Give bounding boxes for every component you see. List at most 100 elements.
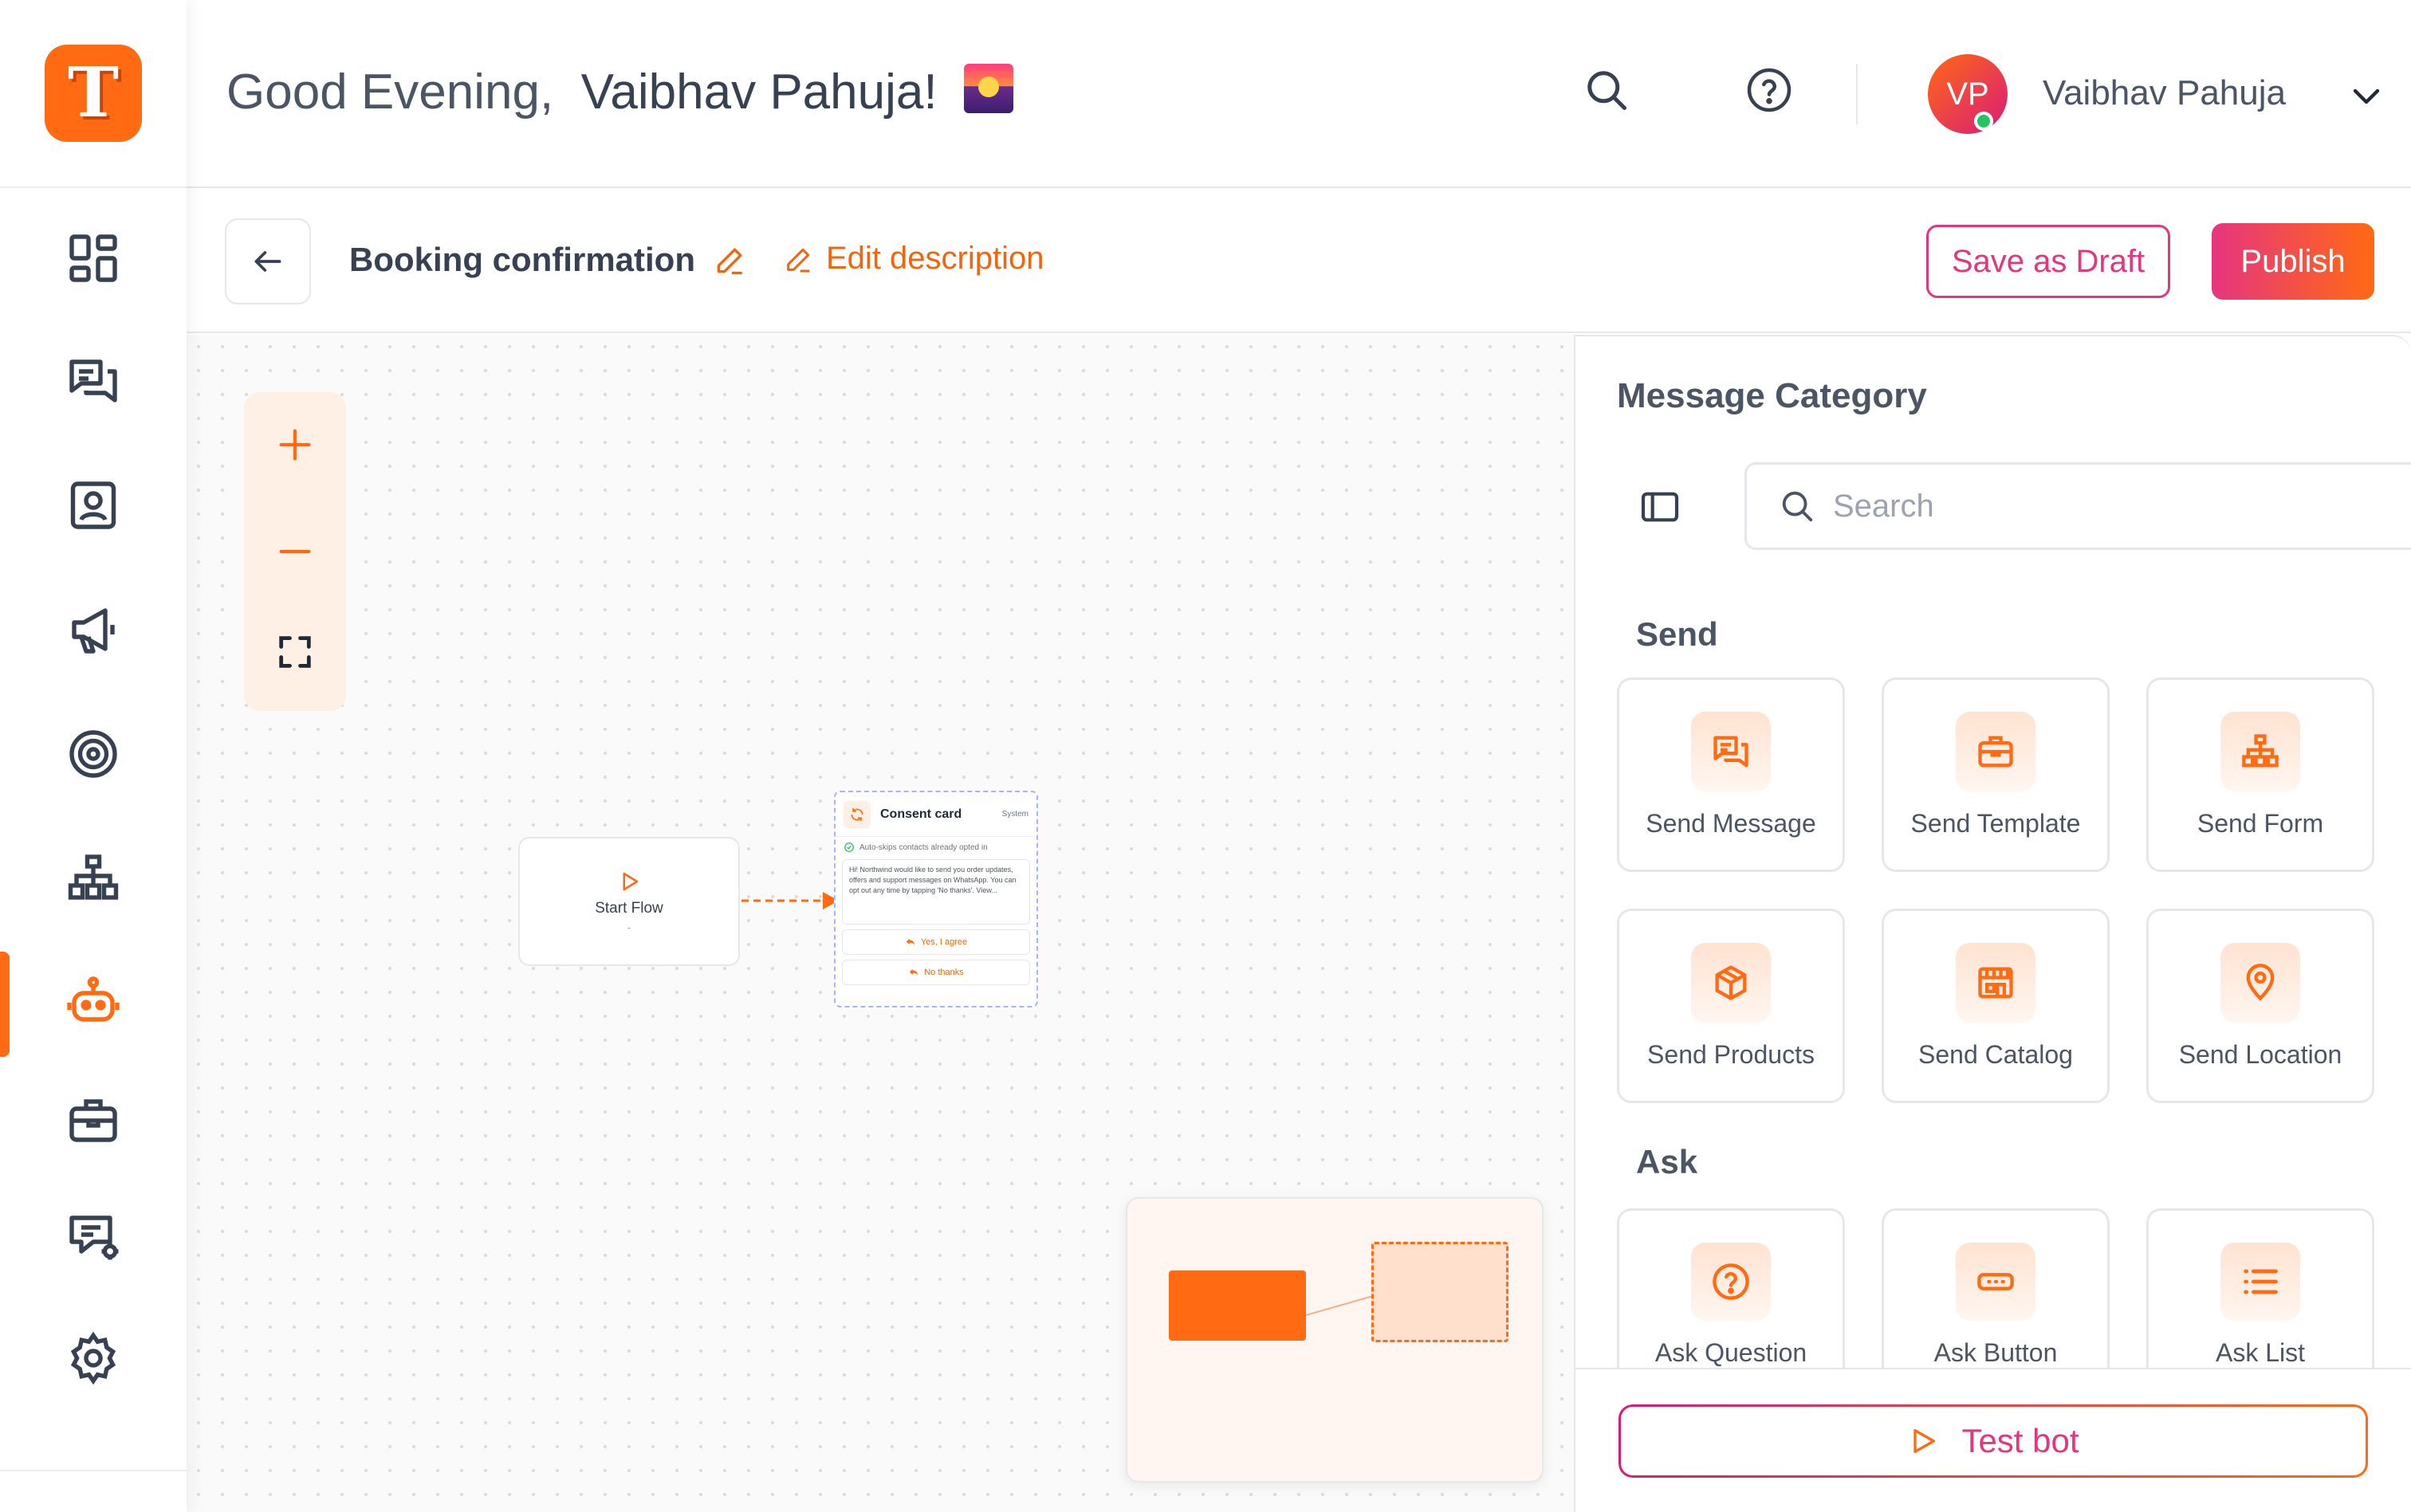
- card-icon-wrap: [2220, 712, 2300, 791]
- minimap-viewport[interactable]: [1371, 1242, 1508, 1342]
- node-reply-button[interactable]: No thanks: [842, 960, 1030, 985]
- sidebar-item-settings[interactable]: [0, 1310, 187, 1406]
- top-header: Good Evening, Vaibhav Pahuja! VP Vaibhav…: [187, 0, 2411, 188]
- flow-canvas[interactable]: Start Flow - Consent card System Auto-sk…: [187, 335, 1574, 1512]
- node-title: Consent card: [880, 807, 962, 821]
- chevron-down-icon[interactable]: [2347, 77, 2385, 115]
- minimap[interactable]: [1126, 1197, 1544, 1483]
- section-heading-send: Send: [1636, 615, 1718, 653]
- node-reply-label: No thanks: [924, 968, 964, 977]
- category-card-ask-button[interactable]: Ask Button: [1882, 1208, 2110, 1368]
- pencil-icon[interactable]: [713, 242, 748, 277]
- help-button[interactable]: [1741, 62, 1797, 118]
- category-card-ask-list[interactable]: Ask List: [2146, 1208, 2374, 1368]
- plus-icon: [279, 429, 311, 461]
- card-label: Send Form: [2197, 809, 2324, 838]
- category-card-send-location[interactable]: Send Location: [2146, 909, 2374, 1103]
- sidebar-item-templates[interactable]: [0, 1073, 187, 1168]
- card-label: Ask Question: [1654, 1338, 1807, 1367]
- reply-icon: [909, 968, 918, 976]
- greeting-text: Good Evening,: [226, 65, 554, 120]
- zoom-out-button[interactable]: [263, 520, 327, 583]
- sidebar-item-bots[interactable]: [0, 955, 187, 1051]
- sidebar-item-contacts[interactable]: [0, 458, 187, 553]
- list-icon: [2244, 1269, 2278, 1294]
- target-icon: [69, 730, 117, 778]
- node-reply-label: Yes, I agree: [920, 937, 968, 947]
- search-field[interactable]: [1744, 462, 2411, 550]
- card-icon-wrap: [2220, 1243, 2300, 1321]
- user-name[interactable]: Vaibhav Pahuja: [2043, 73, 2286, 113]
- sidebar-item-automation[interactable]: [0, 1189, 187, 1285]
- briefcase-icon: [1978, 736, 2013, 768]
- dashboard-icon: [69, 234, 117, 282]
- sidebar-item-dashboard[interactable]: [0, 210, 187, 306]
- greeting-user-name: Vaibhav Pahuja!: [580, 65, 938, 120]
- card-label: Send Template: [1910, 809, 2081, 838]
- sidebar-toggle-icon[interactable]: [1638, 485, 1682, 529]
- card-icon-wrap: [1691, 943, 1771, 1023]
- category-card-send-catalog[interactable]: Send Catalog: [1882, 909, 2110, 1103]
- sidebar-item-goals[interactable]: [0, 706, 187, 802]
- node-check-row: Auto-skips contacts already opted in: [836, 837, 1036, 858]
- refresh-icon: [851, 807, 863, 821]
- gear-icon: [70, 1331, 116, 1385]
- card-icon-wrap: [1956, 943, 2035, 1023]
- robot-icon: [67, 976, 120, 1022]
- start-flow-node[interactable]: Start Flow -: [518, 837, 740, 966]
- card-label: Send Location: [2178, 1040, 2342, 1069]
- panel-footer: Test bot: [1575, 1368, 2411, 1512]
- contact-card-icon: [70, 481, 116, 529]
- node-message: Hi! Northwind would like to send you ord…: [842, 859, 1030, 925]
- node-reply-button[interactable]: Yes, I agree: [842, 929, 1030, 955]
- start-flow-label: Start Flow: [595, 900, 663, 917]
- card-label: Send Message: [1646, 809, 1816, 838]
- sidebar-item-flows[interactable]: [0, 831, 187, 926]
- card-icon-wrap: [1691, 712, 1771, 791]
- edit-description-link[interactable]: Edit description: [783, 241, 1044, 277]
- sunset-image: [963, 64, 1013, 113]
- divider: [1856, 64, 1858, 124]
- category-card-send-form[interactable]: Send Form: [2146, 677, 2374, 872]
- flow-title: Booking confirmation: [349, 241, 695, 278]
- category-card-ask-question[interactable]: Ask Question: [1617, 1208, 1845, 1368]
- category-card-send-template[interactable]: Send Template: [1882, 677, 2110, 872]
- flow-toolbar: Booking confirmation Edit description Sa…: [187, 190, 2411, 333]
- question-circle-icon: [1713, 1263, 1749, 1300]
- card-label: Ask List: [2215, 1338, 2306, 1367]
- sidebar-item-chats[interactable]: [0, 333, 187, 429]
- category-card-send-message[interactable]: Send Message: [1617, 677, 1845, 872]
- help-circle-icon: [1747, 68, 1792, 112]
- greeting: Good Evening, Vaibhav Pahuja!: [226, 64, 1013, 120]
- search-button[interactable]: [1579, 62, 1634, 118]
- edit-description-label: Edit description: [826, 241, 1044, 276]
- card-icon-wrap: [1956, 712, 2035, 791]
- minus-icon: [279, 549, 311, 554]
- back-button[interactable]: [225, 218, 311, 304]
- category-card-send-products[interactable]: Send Products: [1617, 909, 1845, 1103]
- box-icon: [1715, 965, 1747, 1000]
- test-bot-button[interactable]: Test bot: [1618, 1404, 2368, 1478]
- search-input[interactable]: [1833, 488, 2311, 524]
- node-tag: System: [1001, 810, 1029, 819]
- minimap-edge: [1305, 1295, 1374, 1316]
- megaphone-icon: [72, 608, 115, 654]
- sidebar-item-campaigns[interactable]: [0, 582, 187, 677]
- divider: [0, 187, 187, 188]
- card-icon-wrap: [1956, 1243, 2035, 1321]
- zoom-controls: [244, 392, 346, 711]
- node-check-text: Auto-skips contacts already opted in: [859, 842, 988, 852]
- chat-bubbles-icon: [1713, 736, 1748, 768]
- check-circle-icon: [844, 842, 854, 852]
- play-icon: [1913, 1429, 1936, 1453]
- app-logo[interactable]: T: [45, 45, 142, 142]
- message-category-panel: Message Category Send Send Message Send …: [1574, 335, 2411, 1512]
- fit-view-button[interactable]: [263, 620, 327, 684]
- chat-bubbles-icon: [69, 359, 117, 403]
- consent-card-node[interactable]: Consent card System Auto-skips contacts …: [834, 791, 1038, 1007]
- save-draft-button[interactable]: Save as Draft: [1926, 225, 2170, 298]
- message-settings-icon: [69, 1215, 119, 1260]
- zoom-in-button[interactable]: [263, 413, 327, 477]
- avatar[interactable]: VP: [1928, 54, 2008, 134]
- publish-button[interactable]: Publish: [2212, 223, 2374, 300]
